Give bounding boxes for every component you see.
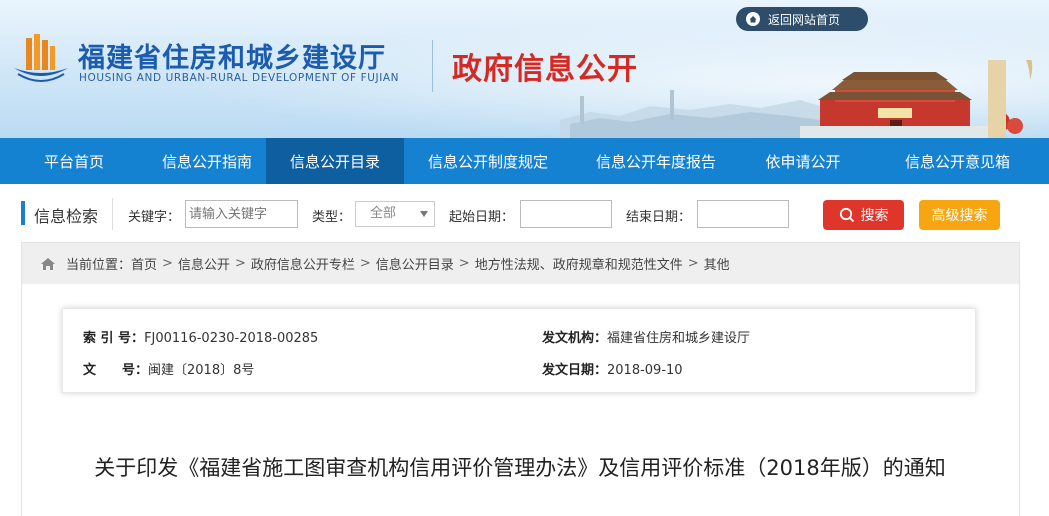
breadcrumb-item[interactable]: 地方性法规、政府规章和规范性文件: [475, 254, 683, 273]
nav-item-request[interactable]: 依申请公开: [740, 138, 866, 184]
search-button[interactable]: 搜索: [823, 200, 904, 230]
breadcrumb-item-current[interactable]: 其他: [704, 254, 730, 273]
nav-item-annual-report[interactable]: 信息公开年度报告: [572, 138, 740, 184]
keyword-input[interactable]: [185, 200, 298, 228]
tiananmen-illustration: [560, 60, 1033, 138]
nav-item-guide[interactable]: 信息公开指南: [148, 138, 266, 184]
breadcrumb-item[interactable]: 首页: [131, 254, 157, 273]
breadcrumb-separator: >: [234, 256, 246, 271]
end-date-input[interactable]: [697, 200, 789, 228]
nav-item-feedback[interactable]: 信息公开意见箱: [866, 138, 1049, 184]
breadcrumb-separator: >: [162, 256, 173, 271]
breadcrumb-item[interactable]: 信息公开: [178, 254, 230, 273]
breadcrumb-separator: >: [687, 256, 699, 271]
advanced-search-button[interactable]: 高级搜索: [919, 200, 1000, 230]
title-divider: [432, 40, 433, 92]
document-title: 关于印发《福建省施工图审查机构信用评价管理办法》及信用评价标准（2018年版）的…: [94, 456, 946, 480]
breadcrumb-separator: >: [458, 256, 470, 271]
site-title: 福建省住房和城乡建设厅: [78, 43, 386, 74]
nav-item-regulations[interactable]: 信息公开制度规定: [404, 138, 572, 184]
site-subtitle: HOUSING AND URBAN-RURAL DEVELOPMENT OF F…: [79, 72, 400, 84]
breadcrumb-prefix: 当前位置：: [66, 258, 132, 273]
main-nav: 平台首页 信息公开指南 信息公开目录 信息公开制度规定 信息公开年度报告 依申请…: [0, 138, 1049, 184]
meta-issuer-value: 福建省住房和城乡建设厅: [607, 331, 751, 346]
back-to-home-button[interactable]: 返回网站首页: [736, 7, 868, 31]
home-icon: [41, 257, 55, 270]
meta-issuer-label: 发文机构：: [542, 331, 608, 346]
meta-index-label: 索 引 号：: [83, 331, 145, 346]
back-to-home-label: 返回网站首页: [768, 12, 841, 27]
meta-date-value: 2018-09-10: [607, 363, 683, 378]
breadcrumb-item[interactable]: 政府信息公开专栏: [251, 254, 355, 273]
end-date-label: 结束日期：: [626, 210, 692, 225]
meta-date-label: 发文日期：: [542, 363, 608, 378]
meta-docno: 文 号：闽建〔2018〕8号: [83, 359, 254, 378]
meta-issuer: 发文机构：福建省住房和城乡建设厅: [542, 327, 750, 346]
search-divider: [112, 198, 113, 230]
nav-item-home[interactable]: 平台首页: [0, 138, 148, 184]
home-icon: [746, 12, 760, 26]
search-title: 信息检索: [34, 207, 99, 226]
meta-docno-value: 闽建〔2018〕8号: [148, 363, 255, 378]
meta-docno-label: 文 号：: [83, 363, 149, 378]
meta-index-value: FJ00116-0230-2018-00285: [144, 331, 319, 346]
meta-index: 索 引 号：FJ00116-0230-2018-00285: [83, 327, 318, 346]
type-select[interactable]: 全部: [355, 201, 435, 227]
search-icon: [839, 207, 854, 223]
breadcrumb-item[interactable]: 信息公开目录: [376, 254, 454, 273]
document-meta-box: [62, 308, 976, 393]
site-header: 福建省住房和城乡建设厅 HOUSING AND URBAN-RURAL DEVE…: [0, 0, 1049, 138]
search-accent-bar: [21, 201, 25, 225]
start-date-label: 起始日期：: [449, 210, 515, 225]
breadcrumb-separator: >: [359, 256, 371, 271]
chevron-down-icon: [420, 211, 428, 217]
search-button-label: 搜索: [860, 208, 889, 224]
keyword-label: 关键字：: [128, 210, 181, 225]
building-logo-icon[interactable]: [12, 34, 70, 86]
nav-item-catalog[interactable]: 信息公开目录: [266, 138, 404, 184]
type-label: 类型：: [312, 210, 352, 225]
breadcrumb: 当前位置： 首页 > 信息公开 > 政府信息公开专栏 > 信息公开目录 > 地方…: [21, 242, 1020, 284]
type-select-value: 全部: [370, 206, 397, 221]
start-date-input[interactable]: [520, 200, 612, 228]
meta-date: 发文日期：2018-09-10: [542, 359, 683, 378]
